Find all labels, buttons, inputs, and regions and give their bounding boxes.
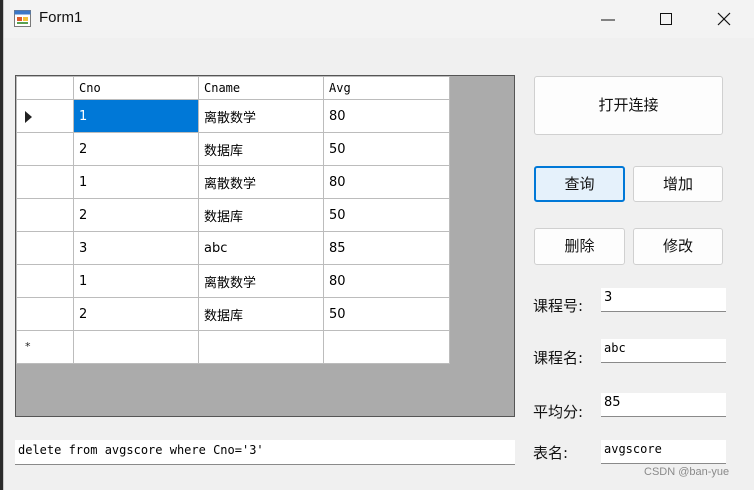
grid-cell-cno[interactable]: 2: [73, 297, 199, 331]
grid-cell-cno[interactable]: 2: [73, 132, 199, 166]
window-title: Form1: [39, 9, 83, 26]
grid-cell-cname[interactable]: 数据库: [198, 132, 324, 166]
table-row[interactable]: 2 数据库 50: [16, 297, 450, 331]
new-row-marker: *: [25, 340, 31, 353]
grid-cell-cname[interactable]: 离散数学: [198, 99, 324, 133]
row-header[interactable]: [16, 132, 74, 166]
grid-cell-cno[interactable]: 1: [73, 99, 199, 133]
new-row[interactable]: *: [16, 330, 450, 364]
table-row[interactable]: 3 abc 85: [16, 231, 450, 265]
table-name-field[interactable]: avgscore: [601, 440, 726, 464]
delete-button[interactable]: 删除: [534, 228, 625, 265]
grid-cell-cname[interactable]: [198, 330, 324, 364]
grid-cell-cno[interactable]: 3: [73, 231, 199, 265]
grid-cell-cname[interactable]: 离散数学: [198, 264, 324, 298]
grid-cell-cname[interactable]: 数据库: [198, 297, 324, 331]
grid-cell-cno[interactable]: 1: [73, 264, 199, 298]
average-field[interactable]: 85: [601, 393, 726, 417]
grid-cell-cname[interactable]: 数据库: [198, 198, 324, 232]
row-header[interactable]: [16, 99, 74, 133]
row-header[interactable]: *: [16, 330, 74, 364]
maximize-button[interactable]: [637, 0, 695, 38]
row-header[interactable]: [16, 231, 74, 265]
minimize-icon: [601, 19, 615, 21]
row-header[interactable]: [16, 297, 74, 331]
table-row[interactable]: 2 数据库 50: [16, 198, 450, 232]
grid-cell-avg[interactable]: 80: [323, 264, 450, 298]
row-header[interactable]: [16, 264, 74, 298]
course-name-label: 课程名:: [533, 349, 584, 367]
grid-cell-avg[interactable]: 50: [323, 132, 450, 166]
grid-cell-avg[interactable]: [323, 330, 450, 364]
grid-cell-avg[interactable]: 85: [323, 231, 450, 265]
course-name-field[interactable]: abc: [601, 339, 726, 363]
open-connection-button[interactable]: 打开连接: [534, 76, 723, 135]
query-button[interactable]: 查询: [534, 166, 625, 202]
close-button[interactable]: [695, 0, 753, 38]
row-header[interactable]: [16, 165, 74, 199]
edit-button[interactable]: 修改: [633, 228, 723, 265]
table-row[interactable]: 1 离散数学 80: [16, 99, 450, 133]
grid-cell-cno[interactable]: 2: [73, 198, 199, 232]
title-bar[interactable]: Form1: [4, 0, 754, 38]
table-name-label: 表名:: [533, 444, 569, 462]
grid-cell-cname[interactable]: 离散数学: [198, 165, 324, 199]
add-button[interactable]: 增加: [633, 166, 723, 202]
grid-cell-cno[interactable]: [73, 330, 199, 364]
table-row[interactable]: 2 数据库 50: [16, 132, 450, 166]
current-row-arrow-icon: [25, 111, 32, 123]
grid-cell-cname[interactable]: abc: [198, 231, 324, 265]
course-no-field[interactable]: 3: [601, 288, 726, 312]
table-row[interactable]: 1 离散数学 80: [16, 264, 450, 298]
column-header-cno[interactable]: Cno: [73, 76, 199, 100]
watermark: CSDN @ban-yue: [644, 466, 730, 478]
column-header-cname[interactable]: Cname: [198, 76, 324, 100]
main-window: Form1 Cno Cname Avg 1 离散数学 80 2 数据库 50 1…: [3, 0, 754, 490]
grid-cell-avg[interactable]: 50: [323, 198, 450, 232]
column-header-avg[interactable]: Avg: [323, 76, 450, 100]
app-icon: [14, 10, 31, 27]
maximize-icon: [660, 13, 672, 25]
sql-command-field[interactable]: delete from avgscore where Cno='3': [15, 440, 515, 465]
close-icon: [717, 12, 731, 26]
grid-cell-cno[interactable]: 1: [73, 165, 199, 199]
row-header[interactable]: [16, 198, 74, 232]
grid-cell-avg[interactable]: 50: [323, 297, 450, 331]
row-header-corner[interactable]: [16, 76, 74, 100]
grid-header-row: Cno Cname Avg: [16, 76, 450, 100]
data-grid-table: Cno Cname Avg 1 离散数学 80 2 数据库 50 1 离散数学 …: [16, 76, 450, 364]
grid-cell-avg[interactable]: 80: [323, 165, 450, 199]
grid-cell-avg[interactable]: 80: [323, 99, 450, 133]
average-label: 平均分:: [533, 403, 584, 421]
data-grid[interactable]: Cno Cname Avg 1 离散数学 80 2 数据库 50 1 离散数学 …: [15, 75, 515, 417]
minimize-button[interactable]: [579, 0, 637, 38]
table-row[interactable]: 1 离散数学 80: [16, 165, 450, 199]
course-no-label: 课程号:: [533, 297, 584, 315]
